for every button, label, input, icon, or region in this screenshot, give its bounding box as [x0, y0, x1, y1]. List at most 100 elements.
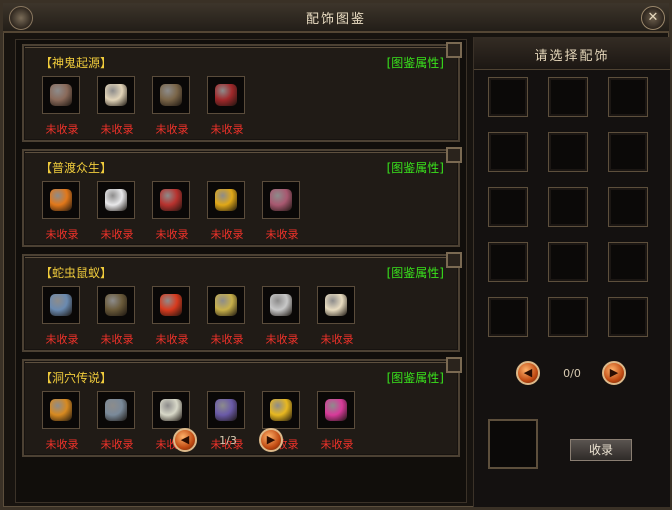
demon-mask-icon — [215, 399, 237, 421]
scroll-icon — [50, 189, 72, 211]
item-slot — [42, 286, 80, 324]
accessory-slot[interactable] — [548, 77, 588, 117]
item-slot — [152, 286, 190, 324]
gold-ore-icon — [215, 189, 237, 211]
item-slot — [207, 181, 245, 219]
talisman-icon — [160, 189, 182, 211]
bone-icon — [105, 84, 127, 106]
accessory-slot[interactable] — [608, 187, 648, 227]
accessory-item[interactable]: 未收录 — [40, 181, 84, 241]
accessory-item[interactable]: 未收录 — [205, 181, 249, 241]
accessory-slot[interactable] — [548, 242, 588, 282]
item-status: 未收录 — [45, 123, 79, 136]
item-slot — [207, 76, 245, 114]
item-status: 未收录 — [265, 228, 299, 241]
accessory-item[interactable]: 未收录 — [205, 76, 249, 136]
item-status: 未收录 — [100, 333, 134, 346]
accessory-item[interactable]: 未收录 — [150, 181, 194, 241]
collection-attributes-link[interactable]: [图鉴属性] — [387, 264, 444, 281]
selection-title: 请选择配饰 — [534, 49, 610, 64]
accessory-slot[interactable] — [488, 132, 528, 172]
skeleton-icon — [270, 294, 292, 316]
item-status: 未收录 — [155, 333, 189, 346]
title-bar: 配饰图鉴 ✕ — [3, 3, 669, 33]
item-status: 未收录 — [45, 333, 79, 346]
collect-button[interactable]: 收录 — [570, 439, 632, 461]
selection-panel: 请选择配饰 ◀ 0/0 ▶ 收录 — [473, 37, 670, 507]
accessory-item[interactable]: 未收录 — [40, 391, 84, 451]
book-icon — [270, 189, 292, 211]
item-status: 未收录 — [155, 123, 189, 136]
accessory-item[interactable]: 未收录 — [315, 391, 359, 451]
panel-title: 【蛇虫鼠蚁】 — [40, 266, 113, 280]
item-slot — [152, 181, 190, 219]
accessory-slot[interactable] — [488, 187, 528, 227]
accessory-item[interactable]: 未收录 — [40, 286, 84, 346]
accessory-item[interactable]: 未收录 — [260, 181, 304, 241]
item-slot — [317, 391, 355, 429]
accessory-slot[interactable] — [548, 132, 588, 172]
right-next-button[interactable]: ▶ — [602, 361, 626, 385]
snake-icon — [215, 294, 237, 316]
list-page-indicator: 1/3 — [219, 434, 237, 447]
accessory-item[interactable]: 未收录 — [205, 286, 249, 346]
item-status: 未收录 — [45, 228, 79, 241]
collection-attributes-link[interactable]: [图鉴属性] — [387, 159, 444, 176]
accessory-slot[interactable] — [488, 297, 528, 337]
accessory-item[interactable]: 未收录 — [40, 76, 84, 136]
torch-icon — [50, 399, 72, 421]
list-prev-button[interactable]: ◀ — [173, 428, 197, 452]
accessory-slot[interactable] — [548, 187, 588, 227]
preview-slot — [488, 419, 538, 469]
accessory-item[interactable]: 未收录 — [95, 181, 139, 241]
item-status: 未收录 — [210, 123, 244, 136]
close-button[interactable]: ✕ — [641, 6, 665, 30]
heart-icon — [215, 84, 237, 106]
item-slot — [262, 391, 300, 429]
medallion-icon — [270, 399, 292, 421]
item-status: 未收录 — [100, 438, 134, 451]
panel-corner-ornament — [446, 147, 462, 163]
selection-header: 请选择配饰 — [474, 37, 670, 70]
right-page-indicator: 0/0 — [563, 367, 581, 380]
accessory-item[interactable]: 未收录 — [150, 76, 194, 136]
item-status: 未收录 — [210, 333, 244, 346]
item-status: 未收录 — [100, 228, 134, 241]
accessory-slot[interactable] — [548, 297, 588, 337]
panel-title: 【洞穴传说】 — [40, 371, 113, 385]
item-slot — [152, 76, 190, 114]
accessory-item[interactable]: 未收录 — [150, 286, 194, 346]
accessory-slot[interactable] — [608, 132, 648, 172]
accessory-item[interactable]: 未收录 — [95, 76, 139, 136]
item-status: 未收录 — [320, 438, 354, 451]
accessory-item[interactable]: 未收录 — [95, 391, 139, 451]
list-next-button[interactable]: ▶ — [259, 428, 283, 452]
item-slot — [42, 76, 80, 114]
collection-attributes-link[interactable]: [图鉴属性] — [387, 54, 444, 71]
item-slot — [97, 181, 135, 219]
item-slot — [207, 286, 245, 324]
accessory-item[interactable]: 未收录 — [95, 286, 139, 346]
arrow-right-icon: ▶ — [609, 366, 619, 379]
accessory-slot[interactable] — [608, 77, 648, 117]
list-pager: ◀ 1/3 ▶ — [173, 428, 283, 454]
panel-title: 【神鬼起源】 — [40, 56, 113, 70]
collection-window: 配饰图鉴 ✕ 【神鬼起源】 [图鉴属性] 未收录 未收录 未收录 未收录 【普渡众生】 [图鉴… — [0, 0, 672, 510]
right-prev-button[interactable]: ◀ — [516, 361, 540, 385]
accessory-slot[interactable] — [608, 297, 648, 337]
panel-title: 【普渡众生】 — [40, 161, 113, 175]
item-slot — [207, 391, 245, 429]
gauntlet-icon — [105, 399, 127, 421]
item-status: 未收录 — [320, 333, 354, 346]
accessory-slot[interactable] — [488, 242, 528, 282]
pink-mask-icon — [325, 399, 347, 421]
accessory-slot[interactable] — [488, 77, 528, 117]
accessory-item[interactable]: 未收录 — [315, 286, 359, 346]
accessory-slot[interactable] — [608, 242, 648, 282]
crystal-icon — [160, 399, 182, 421]
arrow-left-icon: ◀ — [523, 366, 533, 379]
fang-icon — [325, 294, 347, 316]
item-slot — [97, 286, 135, 324]
accessory-item[interactable]: 未收录 — [260, 286, 304, 346]
collection-attributes-link[interactable]: [图鉴属性] — [387, 369, 444, 386]
